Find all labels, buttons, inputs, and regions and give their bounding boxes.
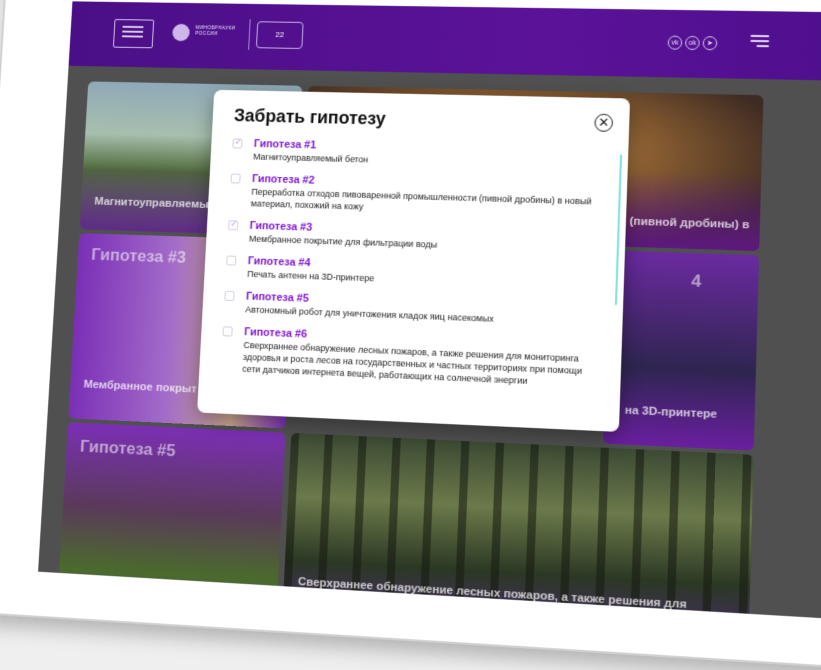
list-item[interactable]: Гипотеза #5 Автономный робот для уничтож… bbox=[224, 289, 595, 329]
device-frame: МИНОБРНАУКИ РОССИИ 22 vk ok ➤ Магнитоупр… bbox=[0, 0, 821, 670]
ministry-label: МИНОБРНАУКИ РОССИИ bbox=[195, 25, 236, 37]
checkbox[interactable] bbox=[224, 290, 235, 302]
close-icon[interactable]: ✕ bbox=[594, 113, 614, 132]
list-item[interactable]: Гипотеза #2 Переработка отходов пивоваре… bbox=[229, 172, 598, 220]
checkbox[interactable] bbox=[222, 326, 233, 337]
take-hypothesis-modal: Забрать гипотезу ✕ Гипотеза #1 Магнитоуп… bbox=[197, 89, 631, 432]
modal-title: Забрать гипотезу bbox=[233, 105, 387, 129]
hypothesis-list: Гипотеза #1 Магнитоуправляемый бетон Гип… bbox=[220, 137, 600, 400]
checkbox[interactable] bbox=[228, 220, 239, 231]
vk-icon[interactable]: vk bbox=[667, 35, 683, 50]
site-logo[interactable] bbox=[112, 19, 155, 49]
list-item[interactable]: Гипотеза #6 Сверхраннее обнаружение лесн… bbox=[221, 324, 594, 389]
checkbox[interactable] bbox=[230, 173, 241, 184]
hypothesis-card[interactable]: 4 на 3D-принтере bbox=[602, 250, 760, 451]
app-screen: МИНОБРНАУКИ РОССИИ 22 vk ok ➤ Магнитоупр… bbox=[38, 1, 821, 621]
hypothesis-card[interactable]: Гипотеза #5 Автономный робот для уничтож… bbox=[55, 422, 286, 621]
menu-icon[interactable] bbox=[750, 34, 770, 48]
hypothesis-card[interactable]: Сверхраннее обнаружение лесных пожаров, … bbox=[280, 432, 754, 621]
scrollbar[interactable] bbox=[614, 154, 623, 306]
telegram-icon[interactable]: ➤ bbox=[702, 36, 718, 51]
event-logo[interactable]: 22 bbox=[255, 21, 304, 49]
list-item[interactable]: Гипотеза #3 Мембранное покрытие для филь… bbox=[227, 218, 597, 256]
list-item[interactable]: Гипотеза #4 Печать антенн на 3D-принтере bbox=[226, 254, 596, 293]
checkbox[interactable] bbox=[232, 138, 243, 149]
list-item[interactable]: Гипотеза #1 Магнитоуправляемый бетон bbox=[232, 137, 600, 172]
checkbox[interactable] bbox=[226, 255, 237, 266]
ok-icon[interactable]: ok bbox=[685, 35, 700, 51]
logo-divider bbox=[248, 19, 251, 50]
emblem-icon bbox=[172, 23, 191, 42]
